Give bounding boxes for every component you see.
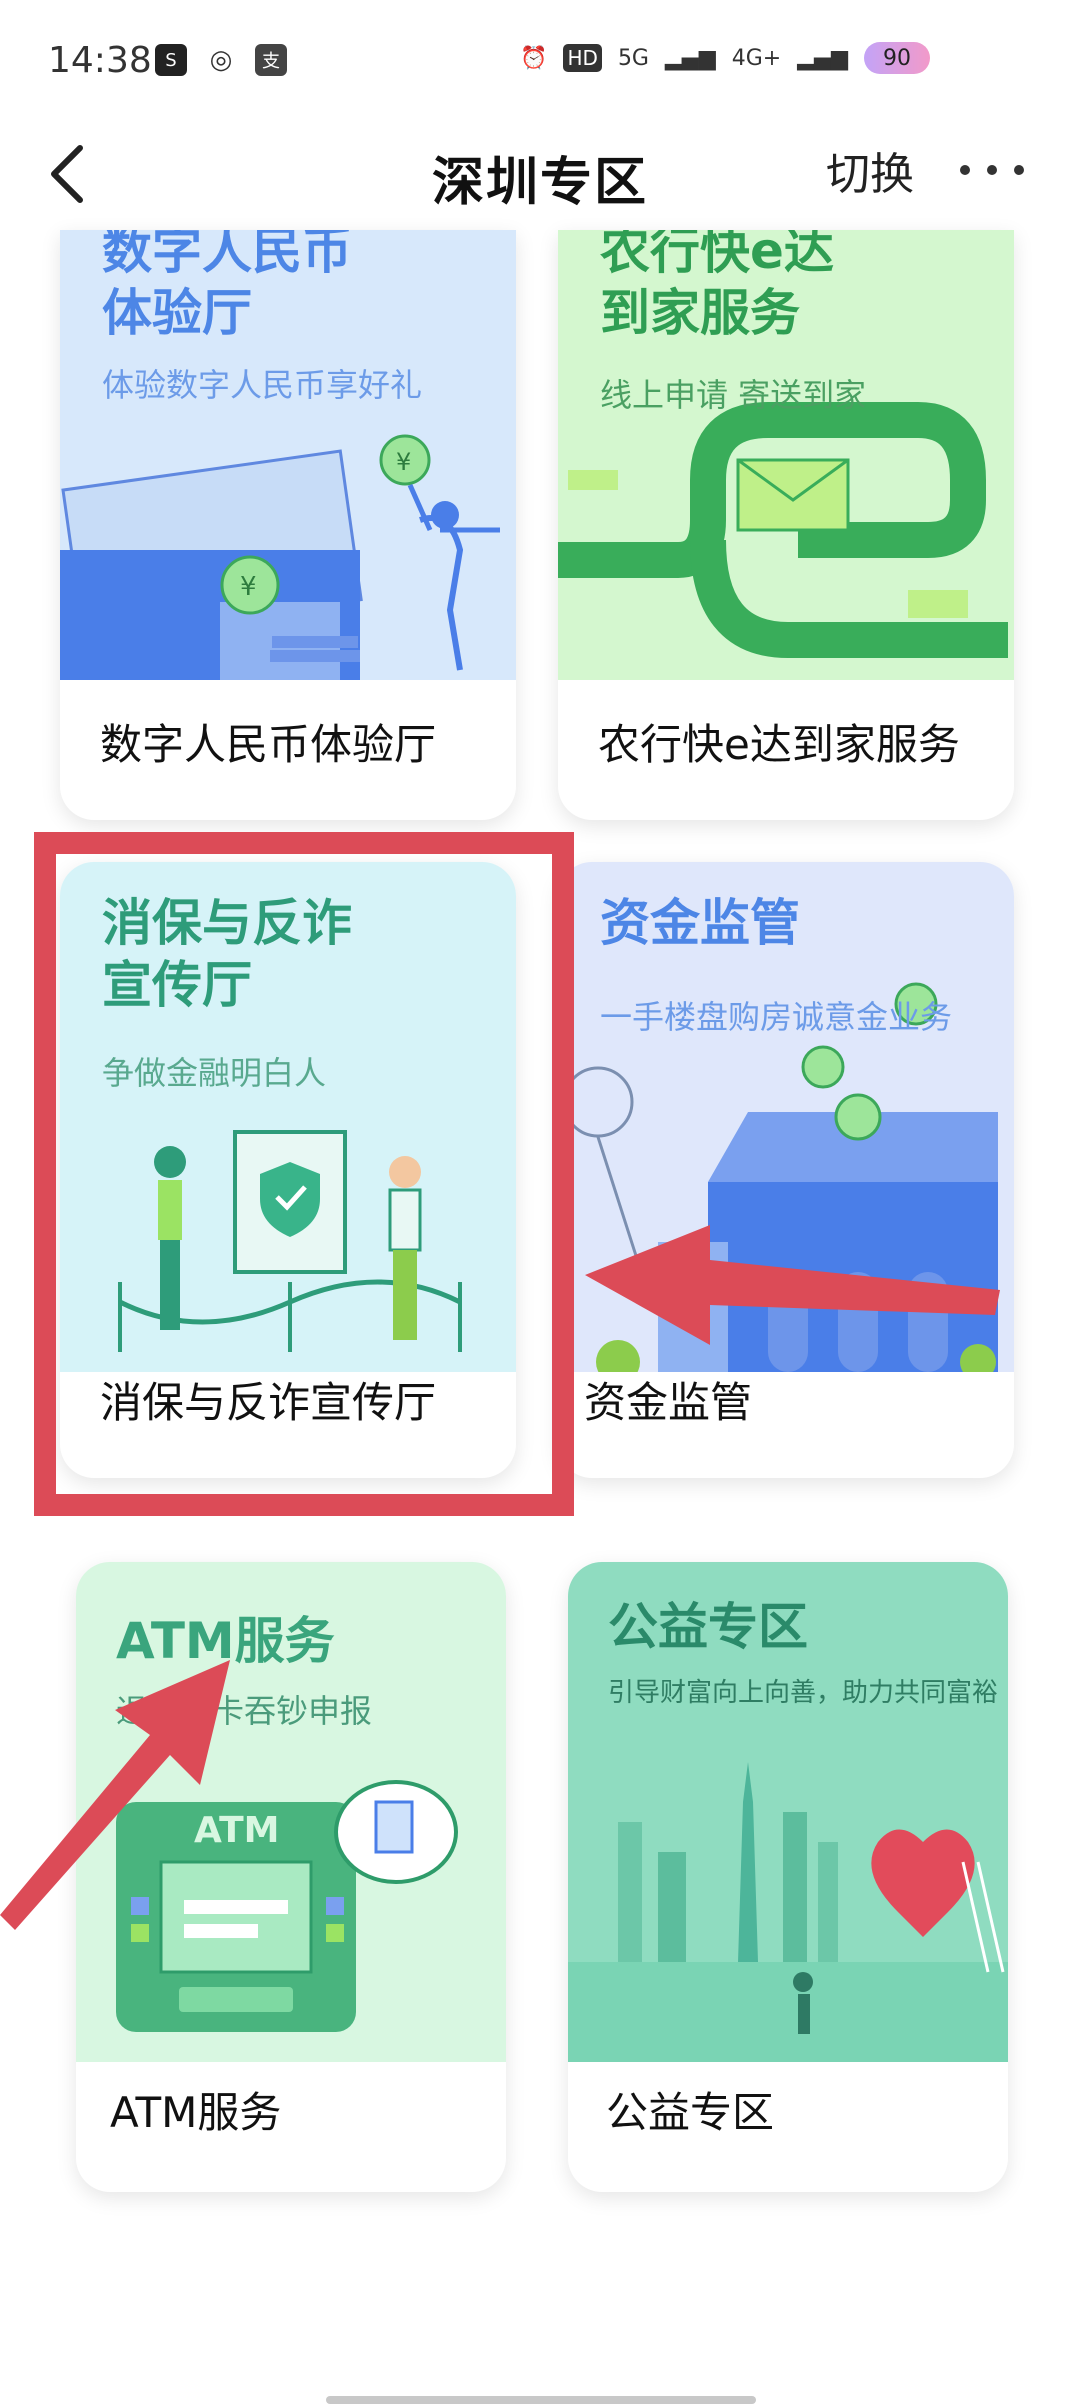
card-public-welfare[interactable]: 公益专区 引导财富向上向善，助力共同富裕 公益专区 <box>568 1562 1008 2192</box>
alarm-icon: ⏰ <box>520 45 548 71</box>
card-caption: 公益专区 <box>606 2088 775 2137</box>
page-title: 深圳专区 <box>431 153 648 213</box>
dot-icon <box>987 165 997 175</box>
banner-subtitle: 体验数字人民币享好礼 <box>102 366 423 404</box>
signal-5g: 5G <box>617 45 649 71</box>
battery-indicator: 90 <box>864 42 930 74</box>
dot-icon <box>1014 165 1024 175</box>
banner-subtitle: 线上申请 寄送到家 <box>600 376 867 414</box>
svg-text:¥: ¥ <box>240 572 257 602</box>
card-caption: 数字人民币体验厅 <box>100 720 437 769</box>
arrow-left-icon <box>585 1225 1000 1345</box>
weibo-icon: ◎ <box>209 45 233 75</box>
card-digital-rmb[interactable]: ¥ ¥ 数字人民币 体验厅 体验数字人民币享好礼 数字人民币体验厅 <box>60 230 516 820</box>
card-caption: 农行快e达到家服务 <box>598 720 960 769</box>
alipay-icon: 支 <box>255 44 287 76</box>
signal-4g: 4G+ <box>731 45 782 71</box>
card-fund-supervision[interactable]: 资金监管 一手楼盘购房诚意金业务 资金监管 <box>558 862 1014 1478</box>
banner-title: 公益专区 <box>608 1598 808 1656</box>
svg-text:¥: ¥ <box>396 448 411 476</box>
banner-title: 农行快e达 到家服务 <box>600 230 834 342</box>
status-bar: 14:38 S ◎ 支 ⏰ HD 5G ▂▄▆ 4G+ ▂▄▆ 90 <box>0 0 1080 120</box>
signal-bars-icon-2: ▂▄▆ <box>797 45 848 71</box>
card-abc-delivery[interactable]: 农行快e达 到家服务 线上申请 寄送到家 农行快e达到家服务 <box>558 230 1014 820</box>
banner-subtitle: 引导财富向上向善，助力共同富裕 <box>608 1678 999 1708</box>
status-app-icons: S ◎ 支 <box>155 44 287 76</box>
card-caption: 资金监管 <box>584 1378 753 1427</box>
signal-bars-icon: ▂▄▆ <box>664 45 716 71</box>
hd-badge: HD <box>563 44 602 72</box>
card-caption: ATM服务 <box>110 2088 282 2137</box>
more-options-button[interactable] <box>960 160 1024 180</box>
nav-bar: 深圳专区 切换 <box>0 120 1080 230</box>
highlight-box <box>34 832 574 1516</box>
switch-button[interactable]: 切换 <box>826 138 914 202</box>
status-time: 14:38 <box>48 40 152 81</box>
status-right: ⏰ HD 5G ▂▄▆ 4G+ ▂▄▆ 90 <box>520 42 930 74</box>
banner-title: 资金监管 <box>600 894 800 952</box>
arrow-up-right-icon <box>0 1660 230 1930</box>
dot-icon <box>960 165 970 175</box>
app-notification-icon: S <box>155 44 187 76</box>
banner-subtitle: 一手楼盘购房诚意金业务 <box>600 998 953 1036</box>
banner-title: 数字人民币 体验厅 <box>102 230 352 342</box>
home-indicator[interactable] <box>326 2396 756 2404</box>
